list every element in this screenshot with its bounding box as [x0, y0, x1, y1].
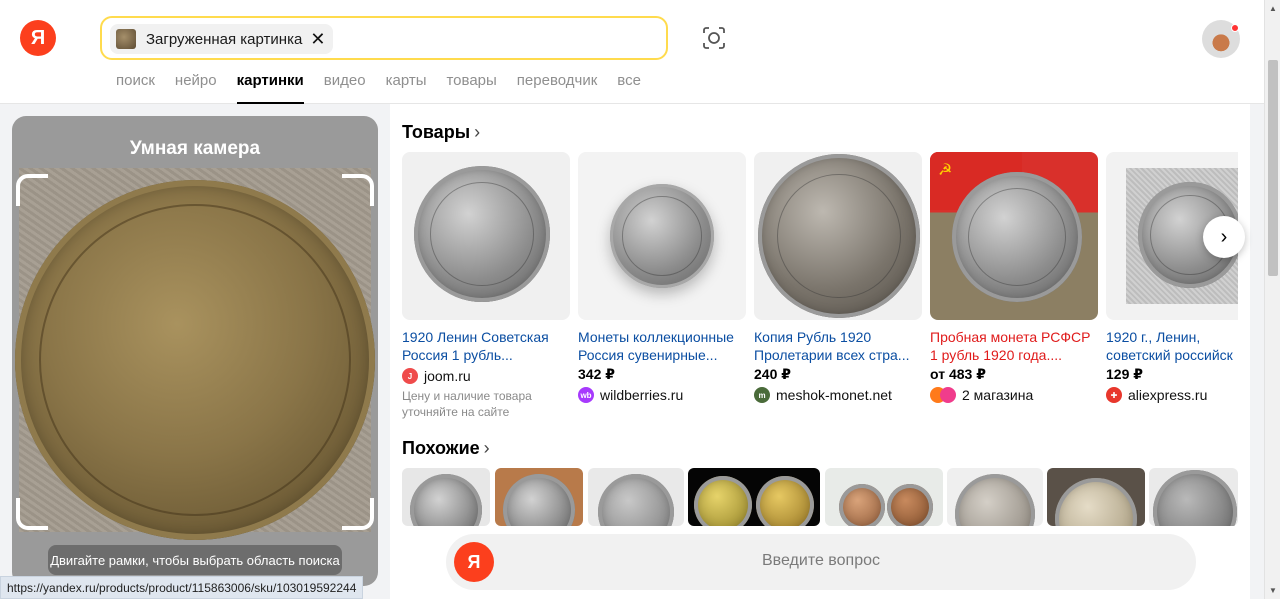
- yandex-logo[interactable]: Я: [20, 20, 56, 56]
- similar-heading-label: Похожие: [402, 438, 480, 458]
- similar-image[interactable]: [825, 468, 943, 526]
- product-title[interactable]: Пробная монета РСФСР 1 рубль 1920 года..…: [930, 328, 1098, 364]
- product-title[interactable]: Монеты коллекционные Россия сувенирные..…: [578, 328, 746, 364]
- product-title[interactable]: 1920 г., Ленин, советский российск: [1106, 328, 1238, 364]
- similar-images-row: [402, 468, 1238, 526]
- product-shop[interactable]: J joom.ru: [402, 368, 570, 384]
- ask-question-bar[interactable]: Я Введите вопрос: [446, 534, 1196, 590]
- uploaded-image-chip[interactable]: Загруженная картинка ✕: [110, 24, 334, 54]
- chevron-right-icon: ›: [1220, 225, 1228, 248]
- products-heading-label: Товары: [402, 122, 471, 142]
- wildberries-icon: wb: [578, 387, 594, 403]
- product-card[interactable]: ☭ Пробная монета РСФСР 1 рубль 1920 года…: [930, 152, 1098, 403]
- tab-all[interactable]: все: [617, 72, 641, 104]
- products-carousel: 1920 Ленин Советская Россия 1 рубль... J…: [402, 152, 1238, 432]
- smart-camera-title: Умная камера: [129, 138, 261, 159]
- meshok-icon: m: [754, 387, 770, 403]
- smart-camera-panel: Умная камера Двигайте рамки, чтобы выбра…: [12, 116, 378, 586]
- joom-icon: J: [402, 368, 418, 384]
- product-title[interactable]: Копия Рубль 1920 Пролетарии всех стра...: [754, 328, 922, 364]
- tab-neuro[interactable]: нейро: [175, 72, 217, 104]
- product-note: Цену и наличие товара уточняйте на сайте: [402, 389, 532, 419]
- products-heading[interactable]: Товары ›: [402, 122, 480, 143]
- close-icon[interactable]: ✕: [310, 30, 325, 48]
- product-card[interactable]: 1920 Ленин Советская Россия 1 рубль... J…: [402, 152, 570, 420]
- chevron-right-icon: ›: [483, 438, 490, 458]
- product-image[interactable]: ☭: [930, 152, 1098, 320]
- product-price: 129 ₽: [1106, 366, 1143, 382]
- similar-heading[interactable]: Похожие ›: [402, 438, 490, 459]
- tab-search[interactable]: поиск: [116, 72, 155, 104]
- product-shop[interactable]: wb wildberries.ru: [578, 387, 746, 403]
- product-price: 240 ₽: [754, 366, 791, 382]
- tab-products[interactable]: товары: [446, 72, 496, 104]
- scroll-up-icon[interactable]: ▲: [1269, 4, 1277, 13]
- tab-video[interactable]: видео: [324, 72, 366, 104]
- search-box[interactable]: Загруженная картинка ✕: [100, 16, 668, 60]
- uploaded-image-chip-label: Загруженная картинка: [146, 30, 303, 48]
- crop-handle-top-right[interactable]: [342, 174, 374, 206]
- similar-image[interactable]: [947, 468, 1043, 526]
- tab-translator[interactable]: переводчик: [517, 72, 597, 104]
- product-card[interactable]: Монеты коллекционные Россия сувенирные..…: [578, 152, 746, 403]
- results-panel: Товары › 1920 Ленин Советская Россия 1 р…: [390, 104, 1250, 599]
- similar-image[interactable]: [1047, 468, 1145, 526]
- tab-maps[interactable]: карты: [386, 72, 427, 104]
- product-shop[interactable]: m meshok-monet.net: [754, 387, 922, 403]
- product-title[interactable]: 1920 Ленин Советская Россия 1 рубль...: [402, 328, 570, 364]
- product-price: от 483 ₽: [930, 366, 986, 382]
- product-card[interactable]: Копия Рубль 1920 Пролетарии всех стра...…: [754, 152, 922, 403]
- similar-image[interactable]: [688, 468, 820, 526]
- scroll-down-icon[interactable]: ▼: [1269, 586, 1277, 595]
- product-image[interactable]: [754, 152, 922, 320]
- crop-handle-bottom-left[interactable]: [16, 498, 48, 530]
- aliexpress-icon: ✚: [1106, 387, 1122, 403]
- header: Я Загруженная картинка ✕ поиск нейро кар…: [0, 0, 1264, 104]
- crop-handle-bottom-right[interactable]: [342, 498, 374, 530]
- status-bar-url: https://yandex.ru/products/product/11586…: [0, 576, 364, 599]
- similar-image[interactable]: [402, 468, 490, 526]
- product-price: 342 ₽: [578, 366, 615, 382]
- notification-dot: [1231, 24, 1239, 32]
- page-scrollbar[interactable]: ▲ ▼: [1264, 0, 1280, 599]
- ask-question-placeholder: Введите вопрос: [762, 552, 880, 569]
- similar-image[interactable]: [495, 468, 583, 526]
- coin-photo: [15, 180, 375, 540]
- crop-hint: Двигайте рамки, чтобы выбрать область по…: [48, 545, 342, 575]
- carousel-next-button[interactable]: ›: [1203, 216, 1245, 258]
- similar-image[interactable]: [1149, 468, 1238, 526]
- camera-search-icon[interactable]: [700, 24, 728, 52]
- multi-shop-icon: [940, 387, 956, 403]
- product-shop[interactable]: 2 магазина: [930, 387, 1098, 403]
- product-card[interactable]: 1920 г., Ленин, советский российск 129 ₽…: [1106, 152, 1238, 403]
- tab-images[interactable]: картинки: [236, 72, 304, 104]
- scroll-thumb[interactable]: [1268, 60, 1278, 276]
- crop-handle-top-left[interactable]: [16, 174, 48, 206]
- chevron-right-icon: ›: [474, 122, 481, 142]
- product-image[interactable]: [402, 152, 570, 320]
- uploaded-image-thumbnail: [116, 29, 136, 49]
- search-tabs: поиск нейро картинки видео карты товары …: [116, 72, 661, 104]
- uploaded-photo[interactable]: [15, 168, 375, 540]
- product-image[interactable]: [578, 152, 746, 320]
- product-shop[interactable]: ✚ aliexpress.ru: [1106, 387, 1238, 403]
- similar-image[interactable]: [588, 468, 684, 526]
